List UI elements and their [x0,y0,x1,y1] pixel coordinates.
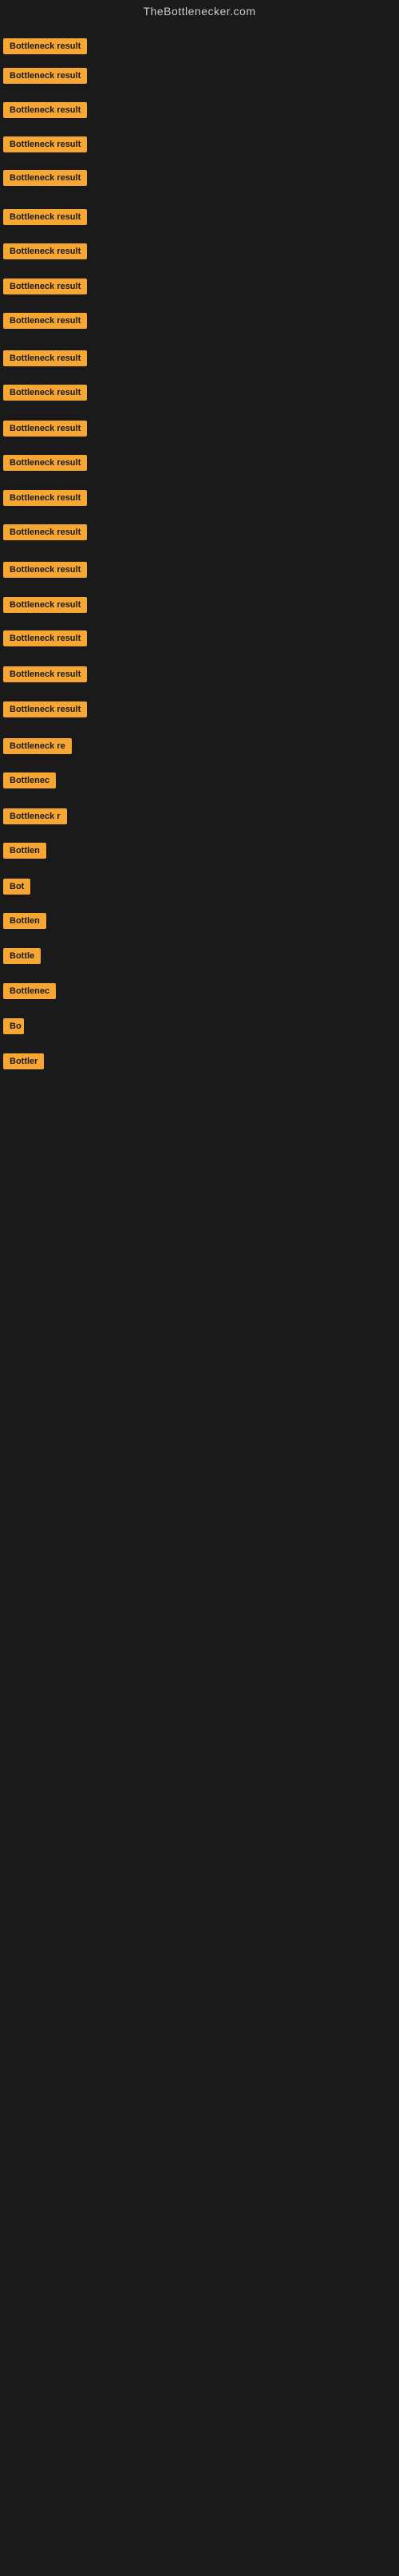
bottleneck-badge[interactable]: Bottleneck result [3,313,87,329]
bottleneck-badge[interactable]: Bottle [3,948,41,964]
bottleneck-badge[interactable]: Bottleneck result [3,562,87,578]
bottleneck-badge[interactable]: Bottleneck result [3,597,87,613]
site-title: TheBottlenecker.com [0,0,399,22]
bottleneck-badge[interactable]: Bottlen [3,843,46,859]
bottleneck-badge[interactable]: Bottler [3,1053,44,1069]
bottleneck-badge[interactable]: Bottleneck result [3,279,87,294]
bottleneck-badge[interactable]: Bottleneck re [3,738,72,754]
bottleneck-badge[interactable]: Bottleneck result [3,102,87,118]
bottleneck-badge[interactable]: Bottleneck result [3,666,87,682]
bottleneck-badge[interactable]: Bottleneck result [3,490,87,506]
bottleneck-badge[interactable]: Bottleneck result [3,243,87,259]
site-header: TheBottlenecker.com [0,0,399,22]
bottleneck-badge[interactable]: Bottleneck result [3,385,87,401]
bottleneck-badge[interactable]: Bottleneck result [3,68,87,84]
bottleneck-badge[interactable]: Bottlenec [3,772,56,788]
bottleneck-badge[interactable]: Bottlenec [3,983,56,999]
bottleneck-badge[interactable]: Bottleneck result [3,701,87,717]
bottleneck-badge[interactable]: Bottleneck result [3,170,87,186]
bottleneck-badge[interactable]: Bottleneck result [3,209,87,225]
bottleneck-badge[interactable]: Bottleneck result [3,136,87,152]
bottleneck-badge[interactable]: Bottleneck result [3,524,87,540]
bottleneck-badge[interactable]: Bot [3,879,30,895]
bottleneck-badge[interactable]: Bottleneck result [3,455,87,471]
bottleneck-badge[interactable]: Bottleneck result [3,38,87,54]
badges-container: Bottleneck result Bottleneck result Bottle… [0,22,399,2576]
bottleneck-badge[interactable]: Bottlen [3,913,46,929]
bottleneck-badge[interactable]: Bottleneck r [3,808,67,824]
bottleneck-badge[interactable]: Bo [3,1018,24,1034]
bottleneck-badge[interactable]: Bottleneck result [3,421,87,437]
bottleneck-badge[interactable]: Bottleneck result [3,630,87,646]
bottleneck-badge[interactable]: Bottleneck result [3,350,87,366]
